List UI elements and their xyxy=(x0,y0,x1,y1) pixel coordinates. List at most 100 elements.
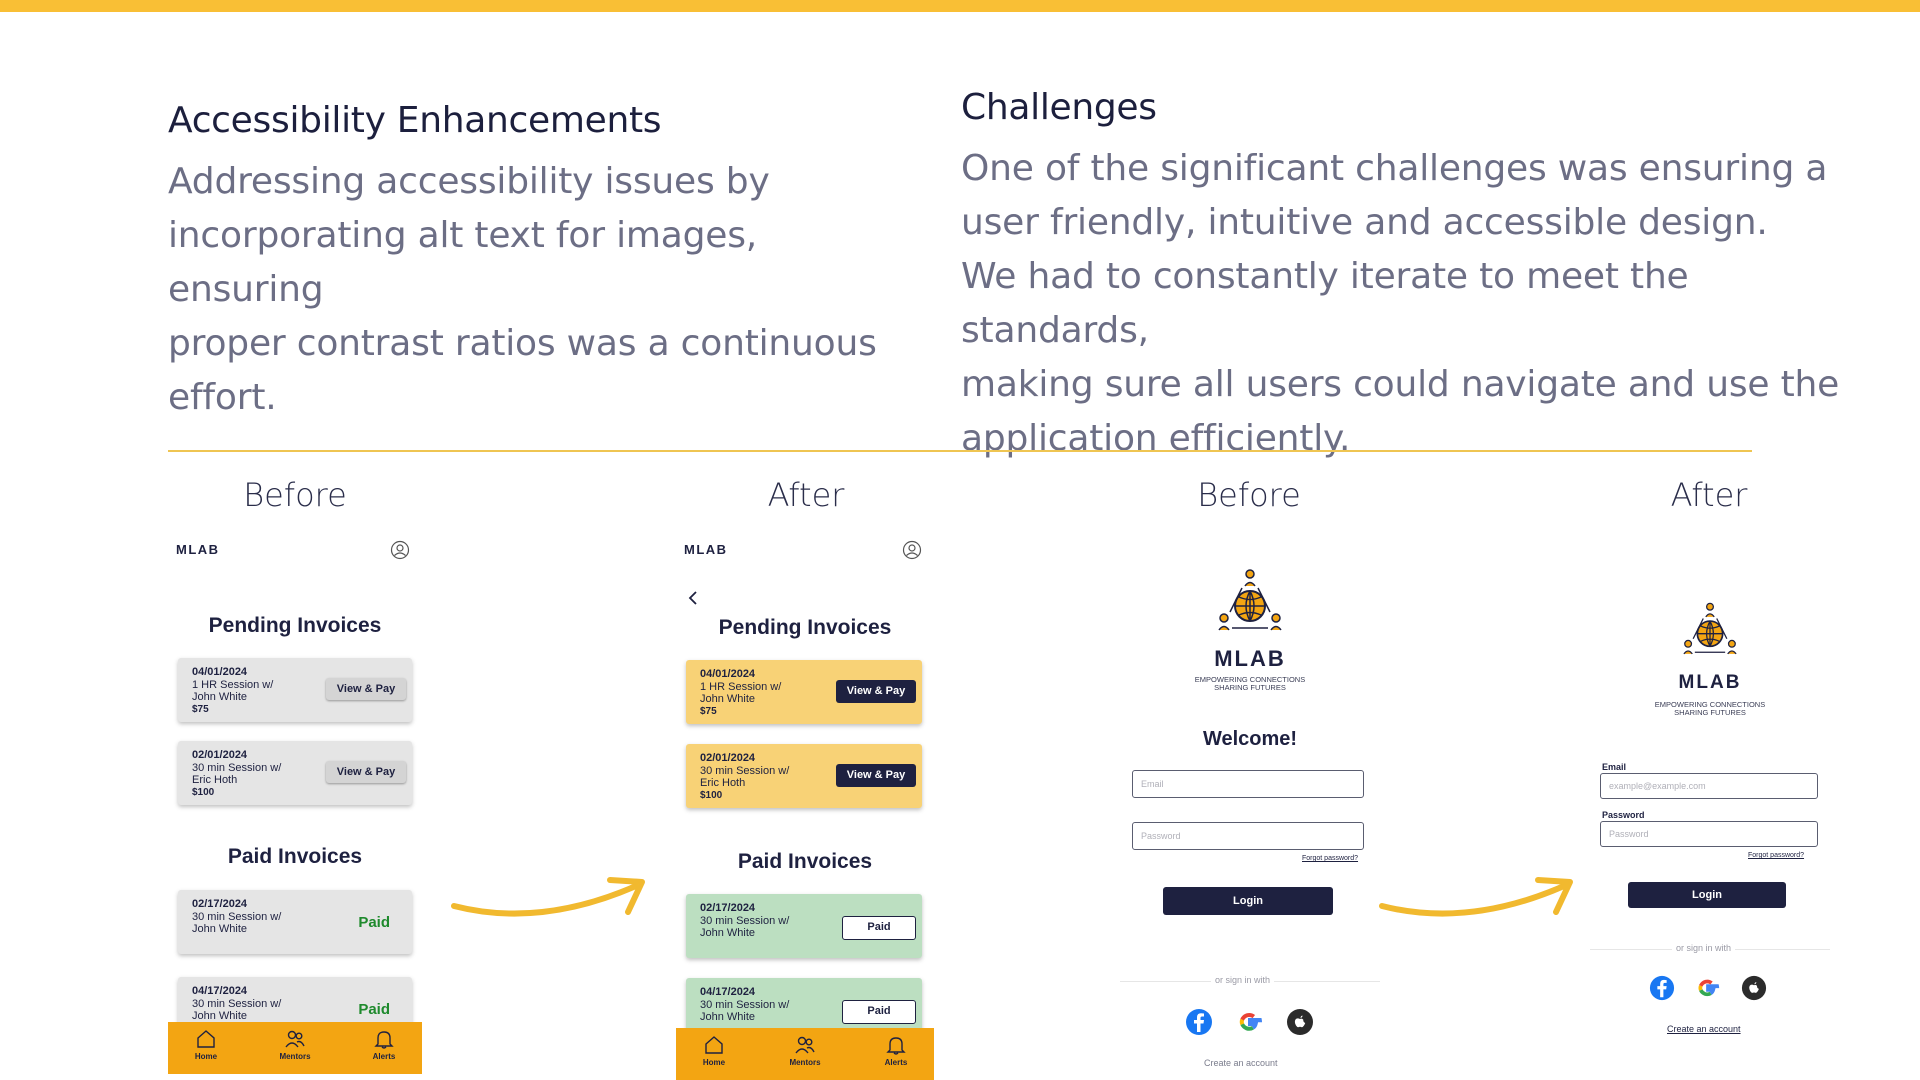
bell-icon xyxy=(374,1031,394,1049)
email-label: Email xyxy=(1602,762,1627,772)
forgot-password-link[interactable]: Forgot password? xyxy=(1748,852,1804,859)
accessibility-line: Addressing accessibility issues by xyxy=(168,161,770,202)
invoice-mentor: Eric Hoth xyxy=(700,777,746,789)
pending-invoices-title: Pending Invoices xyxy=(718,616,892,639)
invoice-price: $75 xyxy=(192,704,209,715)
or-sign-in-text: or sign in with xyxy=(1211,975,1275,985)
create-account-link[interactable]: Create an account xyxy=(1204,1058,1278,1068)
bottom-nav: Home Mentors Alerts xyxy=(168,1022,422,1074)
invoice-session: 30 min Session w/ xyxy=(700,765,790,777)
email-input[interactable]: example@example.com xyxy=(1600,773,1818,799)
bell-icon xyxy=(886,1037,906,1055)
pending-invoice-card: 02/01/2024 30 min Session w/ Eric Hoth $… xyxy=(178,741,412,805)
brand-logo: MLAB xyxy=(684,542,728,557)
challenges-line: application efficiently. xyxy=(961,418,1351,459)
nav-mentors-label: Mentors xyxy=(279,1052,311,1061)
email-input[interactable]: Email xyxy=(1132,770,1364,798)
apple-icon[interactable] xyxy=(1741,975,1767,1001)
google-icon[interactable] xyxy=(1695,975,1721,1001)
or-sign-in-text: or sign in with xyxy=(1672,943,1736,953)
pending-invoice-card: 04/01/2024 1 HR Session w/ John White $7… xyxy=(686,660,922,724)
invoice-mentor: Eric Hoth xyxy=(192,774,238,786)
challenges-heading: Challenges xyxy=(961,87,1157,128)
paid-status: Paid xyxy=(358,1001,390,1018)
tagline-line-2: SHARING FUTURES xyxy=(1214,683,1286,692)
invoice-session: 30 min Session w/ xyxy=(192,911,282,923)
invoice-date: 04/01/2024 xyxy=(192,666,248,678)
create-account-link[interactable]: Create an account xyxy=(1667,1024,1741,1034)
invoice-date: 02/17/2024 xyxy=(700,902,756,914)
view-and-pay-button[interactable]: View & Pay xyxy=(836,680,916,703)
invoice-price: $75 xyxy=(700,706,717,717)
invoice-mentor: John White xyxy=(700,1011,756,1023)
google-icon[interactable] xyxy=(1236,1008,1264,1036)
invoice-session: 1 HR Session w/ xyxy=(192,679,274,691)
facebook-icon[interactable] xyxy=(1185,1008,1213,1036)
nav-mentors[interactable]: Mentors xyxy=(265,1028,325,1061)
invoice-price: $100 xyxy=(192,787,215,798)
mlab-globe-logo-icon xyxy=(1218,569,1282,631)
home-icon xyxy=(197,1030,215,1048)
nav-mentors-label: Mentors xyxy=(789,1058,821,1067)
mentors-icon xyxy=(285,1030,305,1048)
invoice-session: 1 HR Session w/ xyxy=(700,681,782,693)
password-label: Password xyxy=(1602,810,1645,820)
invoice-session: 30 min Session w/ xyxy=(700,999,790,1011)
invoice-session: 30 min Session w/ xyxy=(192,762,282,774)
profile-icon[interactable] xyxy=(390,540,410,560)
paid-invoices-title: Paid Invoices xyxy=(227,845,363,868)
invoice-session: 30 min Session w/ xyxy=(192,998,282,1010)
paid-status-button[interactable]: Paid xyxy=(842,916,916,940)
accessibility-paragraph: Addressing accessibility issues by incor… xyxy=(168,155,888,425)
login-screen-before: MLAB EMPOWERING CONNECTIONS SHARING FUTU… xyxy=(1120,560,1380,1080)
paid-invoices-title: Paid Invoices xyxy=(737,850,873,873)
profile-icon[interactable] xyxy=(902,540,922,560)
tagline-line-2: SHARING FUTURES xyxy=(1674,708,1746,717)
challenges-line: making sure all users could navigate and… xyxy=(961,364,1840,405)
view-and-pay-button[interactable]: View & Pay xyxy=(836,764,916,787)
login-button[interactable]: Login xyxy=(1163,887,1333,915)
nav-alerts[interactable]: Alerts xyxy=(866,1034,926,1067)
mlab-wordmark: MLAB xyxy=(1214,646,1286,671)
accessibility-line: effort. xyxy=(168,377,277,418)
nav-home[interactable]: Home xyxy=(176,1028,236,1061)
invoice-mentor: John White xyxy=(700,693,756,705)
invoice-date: 02/01/2024 xyxy=(700,752,756,764)
nav-alerts-label: Alerts xyxy=(372,1052,396,1061)
invoice-price: $100 xyxy=(700,790,723,801)
invoice-date: 02/17/2024 xyxy=(192,898,248,910)
nav-alerts[interactable]: Alerts xyxy=(354,1028,414,1061)
invoice-mentor: John White xyxy=(700,927,756,939)
paid-status: Paid xyxy=(358,914,390,931)
invoice-date: 02/01/2024 xyxy=(192,749,248,761)
nav-mentors[interactable]: Mentors xyxy=(775,1034,835,1067)
invoice-screen-before: MLAB Pending Invoices 04/01/2024 1 HR Se… xyxy=(168,530,422,1080)
paid-status-button[interactable]: Paid xyxy=(842,1000,916,1024)
challenges-paragraph: One of the significant challenges was en… xyxy=(961,142,1881,466)
view-and-pay-button[interactable]: View & Pay xyxy=(326,678,406,700)
accessibility-line: incorporating alt text for images, ensur… xyxy=(168,215,757,310)
password-input[interactable]: Password xyxy=(1600,821,1818,847)
mentors-icon xyxy=(795,1036,815,1054)
password-input[interactable]: Password xyxy=(1132,822,1364,850)
forgot-password-link[interactable]: Forgot password? xyxy=(1302,855,1358,862)
nav-home[interactable]: Home xyxy=(684,1034,744,1067)
facebook-icon[interactable] xyxy=(1649,975,1675,1001)
invoice-mentor: John White xyxy=(192,1010,248,1022)
invoice-date: 04/17/2024 xyxy=(192,985,248,997)
label-after-login: After xyxy=(1670,476,1748,514)
back-chevron-icon[interactable] xyxy=(686,590,700,606)
invoice-date: 04/01/2024 xyxy=(700,668,756,680)
login-button[interactable]: Login xyxy=(1628,882,1786,908)
login-screen-after: MLAB EMPOWERING CONNECTIONS SHARING FUTU… xyxy=(1590,596,1830,1046)
brand-logo: MLAB xyxy=(176,542,220,557)
section-divider xyxy=(168,450,1752,452)
pending-invoice-card: 04/01/2024 1 HR Session w/ John White $7… xyxy=(178,658,412,722)
label-after-invoices: After xyxy=(767,476,845,514)
invoice-date: 04/17/2024 xyxy=(700,986,756,998)
nav-alerts-label: Alerts xyxy=(884,1058,908,1067)
welcome-heading: Welcome! xyxy=(1202,728,1298,750)
apple-icon[interactable] xyxy=(1286,1008,1314,1036)
view-and-pay-button[interactable]: View & Pay xyxy=(326,761,406,783)
label-before-login: Before xyxy=(1197,476,1301,514)
